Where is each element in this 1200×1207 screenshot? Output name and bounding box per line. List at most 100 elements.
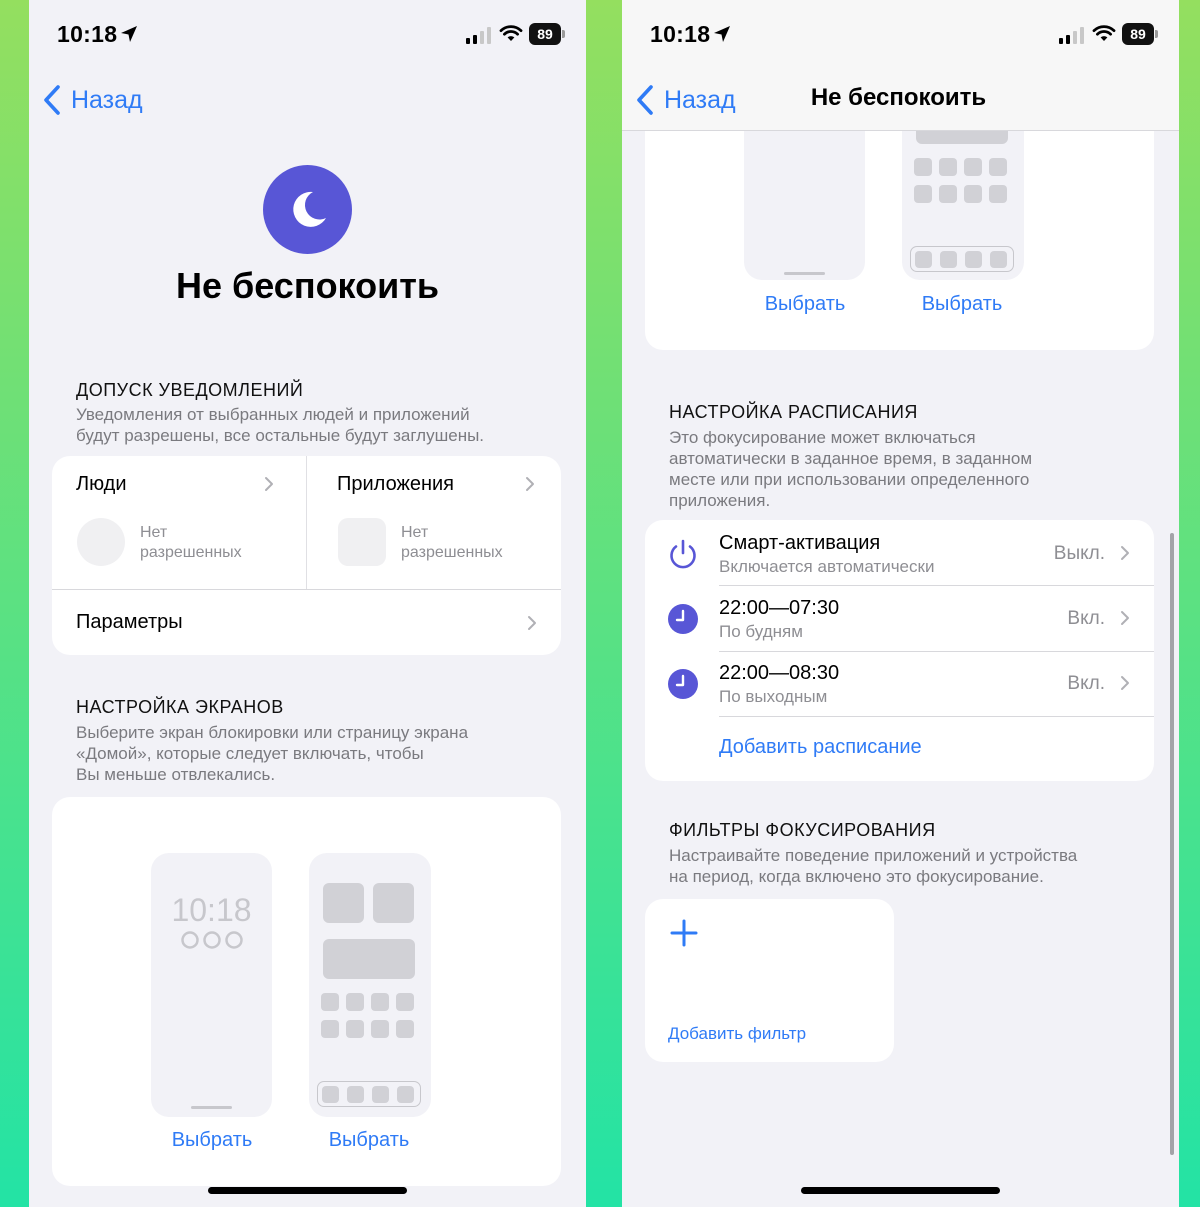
- filters-desc: Настраивайте поведение приложений и устр…: [669, 846, 1078, 886]
- allowed-notifications-desc: Уведомления от выбранных людей и приложе…: [76, 405, 485, 445]
- status-bar: 10:18 89: [29, 0, 586, 70]
- app-icon-placeholder: [346, 993, 364, 1011]
- widget-placeholder: [373, 883, 414, 923]
- app-icon-placeholder: [989, 158, 1007, 176]
- clock-icon: [668, 604, 698, 634]
- app-icon-placeholder: [914, 158, 932, 176]
- screens-desc: Выберите экран блокировки или страницу э…: [76, 723, 469, 784]
- params-label: Параметры: [76, 611, 183, 633]
- dock-icon-placeholder: [397, 1086, 414, 1103]
- row-title: Смарт-активация: [719, 532, 881, 554]
- widget-circles-icon: [181, 931, 243, 949]
- battery-icon: 89: [529, 23, 565, 45]
- dock-icon-placeholder: [940, 251, 957, 268]
- app-icon-placeholder: [321, 1020, 339, 1038]
- people-status: Нет разрешенных: [140, 524, 242, 561]
- choose-home-screen-link[interactable]: Выбрать: [304, 1129, 434, 1152]
- lock-screen-preview[interactable]: 10:18: [151, 853, 272, 1117]
- choose-lock-screen-link[interactable]: Выбрать: [147, 1129, 277, 1152]
- dock-icon-placeholder: [347, 1086, 364, 1103]
- filters-header: ФИЛЬТРЫ ФОКУСИРОВАНИЯ: [669, 820, 936, 840]
- add-filter-card[interactable]: Добавить фильтр: [645, 899, 894, 1062]
- app-icon-placeholder: [321, 993, 339, 1011]
- location-arrow-icon: [121, 26, 137, 42]
- app-icon-placeholder: [346, 1020, 364, 1038]
- wifi-icon: [499, 25, 523, 41]
- left-screenshot: 10:18 89 Назад Не беспокоить ДОПУСК УВЕД…: [29, 0, 586, 1207]
- app-icon-placeholder: [989, 185, 1007, 203]
- schedule-desc: Это фокусирование может включаться автом…: [669, 428, 1033, 510]
- schedule-row-weekdays[interactable]: 22:00—07:30 По будням Вкл.: [645, 586, 1154, 651]
- app-icon-placeholder: [964, 185, 982, 203]
- row-title: 22:00—08:30: [719, 662, 840, 684]
- apps-status: Нет разрешенных: [401, 524, 503, 561]
- chevron-right-icon: [1121, 546, 1129, 560]
- row-divider: [719, 716, 1154, 717]
- apps-cell[interactable]: Приложения Нет разрешенных: [307, 456, 561, 589]
- plus-icon: [670, 919, 698, 947]
- status-bar: 10:18 89: [622, 0, 1179, 70]
- chevron-right-icon: [1121, 676, 1129, 690]
- battery-level: 89: [1122, 23, 1154, 45]
- lock-screen-time: 10:18: [171, 892, 252, 928]
- widget-placeholder: [323, 883, 364, 923]
- schedule-card: Смарт-активация Включается автоматически…: [645, 520, 1154, 781]
- location-arrow-icon: [714, 26, 730, 42]
- navigation-bar: 10:18 89 Назад Не беспокоить: [622, 0, 1179, 131]
- home-screen-preview[interactable]: [309, 853, 431, 1117]
- row-subtitle: По выходным: [719, 687, 828, 706]
- row-value: Вкл.: [1067, 673, 1105, 694]
- battery-level: 89: [529, 23, 561, 45]
- app-icon-placeholder: [338, 518, 386, 566]
- home-indicator: [801, 1187, 1000, 1194]
- people-label: Люди: [76, 473, 127, 495]
- status-time: 10:18: [57, 21, 118, 47]
- cellular-signal-icon: [1059, 27, 1084, 44]
- row-value: Вкл.: [1067, 608, 1105, 629]
- schedule-header: НАСТРОЙКА РАСПИСАНИЯ: [669, 402, 918, 422]
- params-row[interactable]: Параметры: [52, 590, 561, 655]
- preview-home-bar: [191, 1106, 232, 1109]
- add-schedule-button[interactable]: Добавить расписание: [719, 736, 922, 759]
- people-cell[interactable]: Люди Нет разрешенных: [52, 456, 306, 589]
- back-button[interactable]: Назад: [41, 80, 143, 120]
- power-icon: [670, 539, 696, 569]
- app-icon-placeholder: [964, 158, 982, 176]
- allowed-notifications-header: ДОПУСК УВЕДОМЛЕНИЙ: [76, 380, 304, 400]
- avatar-placeholder: [77, 518, 125, 566]
- clock-icon: [668, 669, 698, 699]
- app-icon-placeholder: [939, 158, 957, 176]
- row-title: 22:00—07:30: [719, 597, 840, 619]
- chevron-right-icon: [528, 616, 536, 630]
- widget-placeholder: [323, 939, 415, 979]
- choose-home-screen-link[interactable]: Выбрать: [897, 293, 1027, 316]
- app-icon-placeholder: [396, 1020, 414, 1038]
- row-subtitle: По будням: [719, 622, 803, 641]
- app-icon-placeholder: [396, 993, 414, 1011]
- page-title: Не беспокоить: [176, 265, 439, 306]
- app-icon-placeholder: [371, 993, 389, 1011]
- scrollbar[interactable]: [1170, 533, 1174, 1155]
- battery-icon: 89: [1122, 23, 1158, 45]
- chevron-right-icon: [1121, 611, 1129, 625]
- screens-card: 10:18 Выбрать Выбрать: [52, 797, 561, 1186]
- dock-icon-placeholder: [322, 1086, 339, 1103]
- chevron-right-icon: [265, 477, 273, 491]
- choose-lock-screen-link[interactable]: Выбрать: [740, 293, 870, 316]
- wifi-icon: [1092, 25, 1116, 41]
- cellular-signal-icon: [466, 27, 491, 44]
- status-time: 10:18: [650, 21, 711, 47]
- right-screenshot: Выбрать Выбрать 10:18 89 Назад Не беспок…: [622, 0, 1179, 1207]
- screens-header: НАСТРОЙКА ЭКРАНОВ: [76, 697, 284, 717]
- row-value: Выкл.: [1053, 543, 1105, 564]
- app-icon-placeholder: [371, 1020, 389, 1038]
- dock-icon-placeholder: [372, 1086, 389, 1103]
- nav-title: Не беспокоить: [810, 84, 987, 111]
- app-icon-placeholder: [939, 185, 957, 203]
- smart-activation-row[interactable]: Смарт-активация Включается автоматически…: [645, 520, 1154, 585]
- chevron-left-icon: [44, 85, 60, 115]
- row-subtitle: Включается автоматически: [719, 557, 935, 576]
- moon-icon: [263, 165, 352, 254]
- schedule-row-weekends[interactable]: 22:00—08:30 По выходным Вкл.: [645, 652, 1154, 716]
- apps-label: Приложения: [337, 473, 455, 495]
